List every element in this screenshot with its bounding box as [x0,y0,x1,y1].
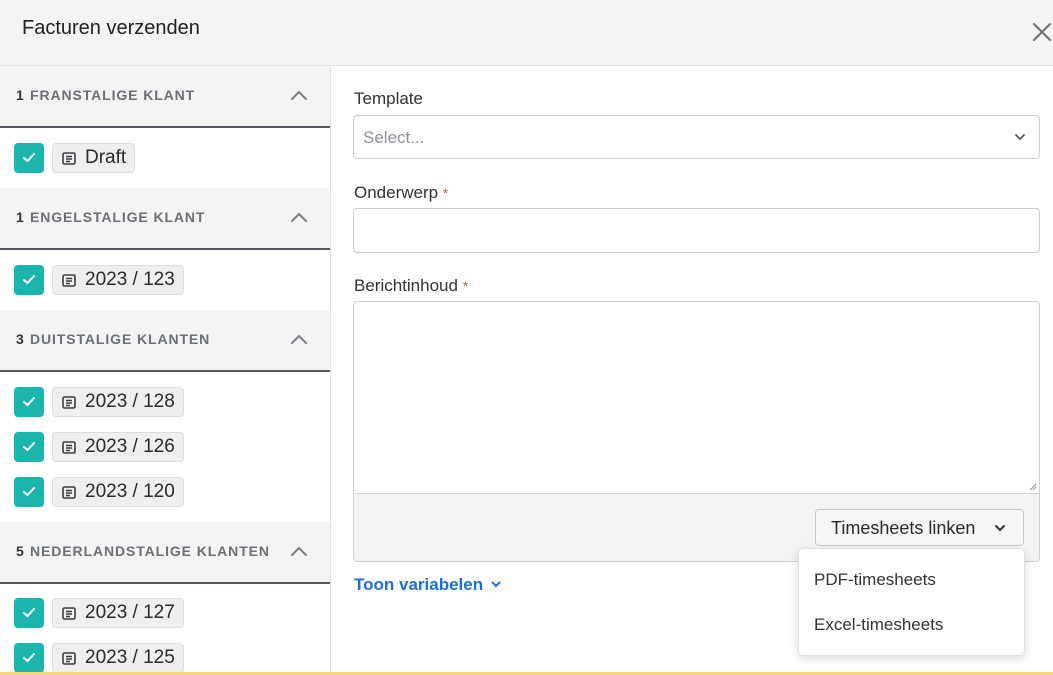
dialog-header: Facturen verzenden [0,0,1053,66]
invoice-number: 2023 / 127 [85,602,175,623]
template-placeholder: Select... [363,128,425,147]
body-textarea[interactable] [353,301,1040,494]
group-label: NEDERLANDSTALIGE KLANTEN [30,543,270,559]
invoice-number: 2023 / 125 [85,647,175,668]
template-label: Template [354,89,423,108]
template-select[interactable]: Select... [353,115,1040,159]
invoice-checkbox[interactable] [14,265,44,295]
chevron-up-icon[interactable] [290,332,308,346]
show-variables-link[interactable]: Toon variabelen [354,575,501,595]
group-header-duitstalige[interactable]: 3 DUITSTALIGE KLANTEN [0,310,330,372]
invoice-tag[interactable]: 2023 / 128 [52,387,184,417]
required-marker: * [442,185,449,201]
menu-item-label: PDF-timesheets [814,570,936,589]
invoice-number: Draft [85,147,127,168]
show-variables-label: Toon variabelen [354,575,484,594]
invoice-row[interactable]: 2023 / 123 [0,265,330,310]
invoice-checkbox[interactable] [14,643,44,673]
resize-handle-icon[interactable] [1027,481,1037,491]
close-icon[interactable] [1030,20,1053,44]
document-icon [62,152,76,165]
menu-item-pdf-timesheets[interactable]: PDF-timesheets [799,558,1024,602]
group-label: FRANSTALIGE KLANT [30,87,196,103]
invoice-checkbox[interactable] [14,598,44,628]
group-count: 1 [16,209,25,225]
group-label: ENGELSTALIGE KLANT [30,209,206,225]
required-marker: * [462,278,469,294]
invoice-tag[interactable]: 2023 / 120 [52,477,184,507]
invoice-number: 2023 / 123 [85,269,175,290]
invoice-row[interactable]: 2023 / 126 [0,432,330,477]
group-header-franstalige[interactable]: 1 FRANSTALIGE KLANT [0,66,330,128]
timesheets-link-button[interactable]: Timesheets linken [815,509,1024,546]
document-icon [62,396,76,409]
chevron-up-icon[interactable] [290,88,308,102]
dialog-title: Facturen verzenden [22,17,200,39]
document-icon [62,486,76,499]
chevron-up-icon[interactable] [290,210,308,224]
chevron-down-icon [491,581,501,588]
group-count: 5 [16,543,25,559]
invoice-groups-panel[interactable]: 1 FRANSTALIGE KLANT Draft 1 ENGELSTALIGE… [0,66,331,675]
invoice-number: 2023 / 120 [85,481,175,502]
invoice-row[interactable]: 2023 / 127 [0,598,330,643]
document-icon [62,607,76,620]
invoice-tag[interactable]: 2023 / 123 [52,265,184,295]
timesheets-link-label: Timesheets linken [831,518,976,538]
invoice-checkbox[interactable] [14,143,44,173]
menu-item-excel-timesheets[interactable]: Excel-timesheets [799,603,1024,647]
invoice-row[interactable]: 2023 / 125 [0,643,330,675]
subject-label: Onderwerp * [354,183,448,203]
invoice-checkbox[interactable] [14,387,44,417]
invoice-row[interactable]: 2023 / 120 [0,477,330,522]
document-icon [62,274,76,287]
group-label: DUITSTALIGE KLANTEN [30,331,211,347]
body-label: Berichtinhoud * [354,276,468,296]
invoice-checkbox[interactable] [14,477,44,507]
invoice-checkbox[interactable] [14,432,44,462]
group-header-nederlandstalige[interactable]: 5 NEDERLANDSTALIGE KLANTEN [0,522,330,584]
menu-item-label: Excel-timesheets [814,615,944,634]
group-header-engelstalige[interactable]: 1 ENGELSTALIGE KLANT [0,188,330,250]
invoice-number: 2023 / 126 [85,436,175,457]
chevron-up-icon[interactable] [290,544,308,558]
invoice-tag[interactable]: 2023 / 126 [52,432,184,462]
subject-input[interactable] [353,208,1040,253]
chevron-down-icon [995,525,1005,532]
subject-label-text: Onderwerp [354,183,439,202]
chevron-down-icon [1015,134,1025,141]
invoice-tag[interactable]: Draft [52,143,136,173]
document-icon [62,441,76,454]
group-count: 3 [16,331,25,347]
body-label-text: Berichtinhoud [354,276,458,295]
invoice-tag[interactable]: 2023 / 125 [52,643,184,673]
invoice-row[interactable]: 2023 / 128 [0,387,330,432]
document-icon [62,652,76,665]
invoice-tag[interactable]: 2023 / 127 [52,598,184,628]
group-count: 1 [16,87,25,103]
invoice-row[interactable]: Draft [0,143,330,188]
timesheets-dropdown-menu: PDF-timesheets Excel-timesheets [798,548,1025,656]
invoice-number: 2023 / 128 [85,391,175,412]
